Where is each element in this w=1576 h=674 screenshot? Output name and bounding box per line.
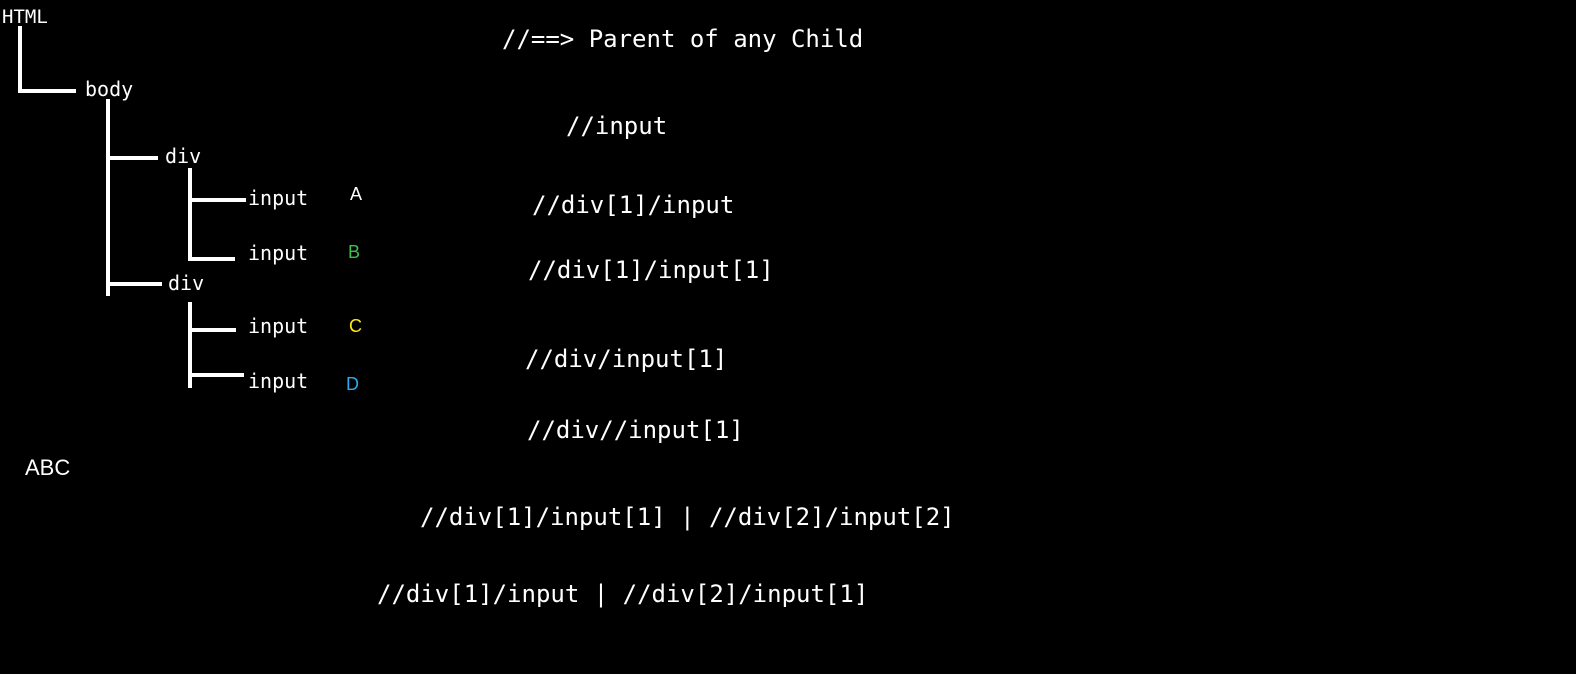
tree-node-input-c: input (248, 314, 309, 338)
tree-node-html: HTML (2, 6, 48, 28)
xpath-div-1-inputs: //div[1]/input (532, 191, 735, 219)
tree-node-input-d: input (248, 369, 309, 393)
xpath-div-child-input-1: //div/input[1] (525, 345, 728, 373)
xpath-all-inputs: //input (566, 112, 668, 140)
tree-node-body: body (85, 77, 134, 101)
label-c: C (349, 316, 362, 336)
xpath-union-a-d: //div[1]/input[1] | //div[2]/input[2] (420, 503, 955, 531)
tree-node-input-b: input (248, 241, 309, 265)
label-b: B (348, 242, 361, 262)
tree-node-div-2: div (168, 271, 205, 295)
xpath-union-a-b-c: //div[1]/input | //div[2]/input[1] (377, 580, 869, 608)
xpath-div-1-input-1: //div[1]/input[1] (528, 256, 774, 284)
xpath-diagram: HTML body div input input div input inpu… (0, 0, 1576, 674)
label-d: D (346, 374, 359, 394)
xpath-div-descendant-input-1: //div//input[1] (527, 416, 744, 444)
note-abc: ABC (25, 455, 71, 480)
tree-node-input-a: input (248, 186, 309, 210)
xpath-parent-of-any-child: //==> Parent of any Child (502, 25, 864, 53)
tree-node-div-1: div (165, 144, 202, 168)
label-a: A (350, 184, 363, 204)
dom-tree-connectors (18, 26, 246, 388)
